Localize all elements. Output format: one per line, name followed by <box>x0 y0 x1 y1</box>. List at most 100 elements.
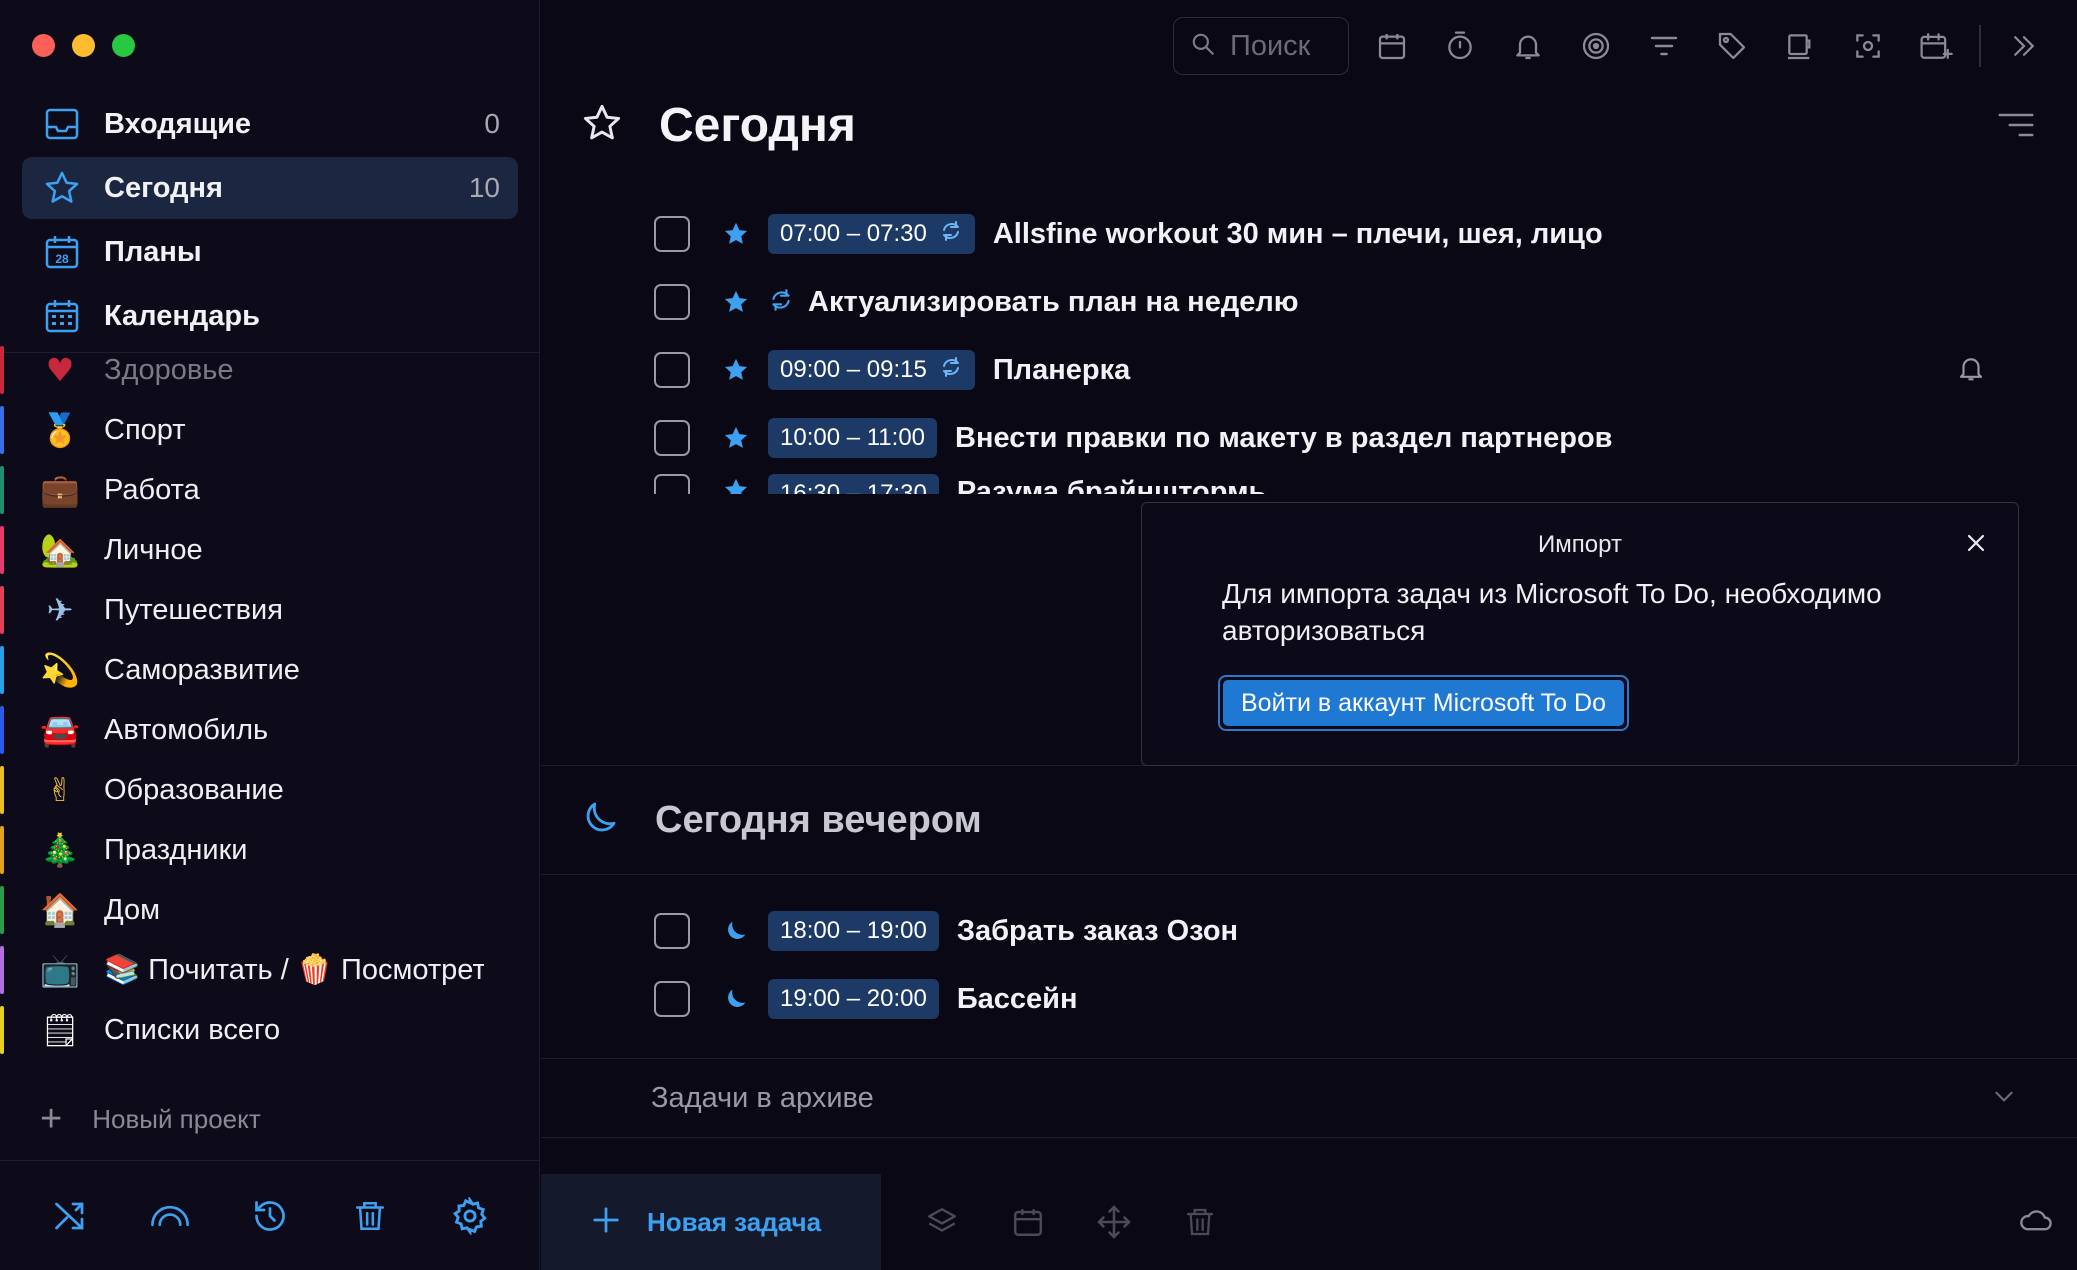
settings-icon[interactable] <box>448 1194 492 1238</box>
shuffle-icon[interactable] <box>48 1194 92 1238</box>
sidebar-footer <box>0 1160 540 1270</box>
bell-icon[interactable] <box>1503 21 1553 71</box>
dizzy-icon: 💫 <box>40 651 80 689</box>
time-badge[interactable]: 19:00 – 20:00 <box>768 979 939 1019</box>
close-icon[interactable] <box>1964 531 1988 555</box>
project-item[interactable]: 💼 Работа <box>0 460 540 520</box>
task-row[interactable]: 07:00 – 07:30 Allsfine workout 30 мин – … <box>654 200 2054 268</box>
chevron-down-icon[interactable] <box>1991 1083 2017 1114</box>
project-item[interactable]: 🏠 Дом <box>0 880 540 940</box>
project-item[interactable]: 🗒 Списки всего <box>0 1000 540 1060</box>
project-item[interactable]: ✌ Образование <box>0 760 540 820</box>
time-range: 19:00 – 20:00 <box>780 985 927 1012</box>
trash-icon[interactable] <box>348 1194 392 1238</box>
star-filled-icon[interactable] <box>722 424 752 452</box>
star-outline-icon[interactable] <box>581 102 623 149</box>
time-range: 16:30 – 17:30 <box>780 480 927 494</box>
main-pane: Поиск Сегодня 07:00 – 07:30 Allsfine wor… <box>541 0 2077 1270</box>
project-item[interactable]: 🏡 Личное <box>0 520 540 580</box>
task-checkbox[interactable] <box>654 216 690 252</box>
moon-filled-icon[interactable] <box>722 985 752 1013</box>
scan-icon[interactable] <box>1843 21 1893 71</box>
mug-icon[interactable] <box>1775 21 1825 71</box>
login-microsoft-todo-button[interactable]: Войти в аккаунт Microsoft To Do <box>1223 680 1624 726</box>
task-checkbox[interactable] <box>654 913 690 949</box>
time-badge[interactable]: 09:00 – 09:15 <box>768 350 975 390</box>
task-title: Внести правки по макету в раздел партнер… <box>955 421 1613 454</box>
time-badge[interactable]: 07:00 – 07:30 <box>768 214 975 254</box>
moon-filled-icon[interactable] <box>722 917 752 945</box>
project-label: Личное <box>104 533 203 566</box>
sidebar-item-label: Сегодня <box>104 171 223 204</box>
task-row[interactable]: 18:00 – 19:00 Забрать заказ Озон <box>654 897 2054 965</box>
task-row[interactable]: 09:00 – 09:15 Планерка <box>654 336 2054 404</box>
project-list: ♥ Здоровье 🏅 Спорт 💼 Работа 🏡 Личное ✈ Путеше… <box>0 340 540 1060</box>
focus-icon[interactable] <box>1571 21 1621 71</box>
archive-section[interactable]: Задачи в архиве <box>541 1058 2077 1138</box>
add-calendar-icon[interactable] <box>1911 21 1961 71</box>
task-checkbox[interactable] <box>654 284 690 320</box>
project-item[interactable]: ✈ Путешествия <box>0 580 540 640</box>
star-filled-icon[interactable] <box>722 476 752 494</box>
move-icon[interactable] <box>1093 1201 1135 1243</box>
trash-icon[interactable] <box>1179 1201 1221 1243</box>
cloud-sync-icon[interactable] <box>2017 1202 2055 1241</box>
time-badge[interactable]: 10:00 – 11:00 <box>768 418 938 458</box>
zoom-window-button[interactable] <box>112 34 135 57</box>
star-filled-icon[interactable] <box>722 288 752 316</box>
project-item[interactable]: 🚘 Автомобиль <box>0 700 540 760</box>
project-item[interactable]: ♥ Здоровье <box>0 340 540 400</box>
project-label: 📚 Почитать / 🍿 Посмотреть <box>104 954 484 986</box>
minimize-window-button[interactable] <box>72 34 95 57</box>
new-task-button[interactable]: Новая задача <box>541 1174 881 1270</box>
evening-task-list: 18:00 – 19:00 Забрать заказ Озон 19:00 –… <box>654 897 2054 1033</box>
timer-icon[interactable] <box>1435 21 1485 71</box>
history-icon[interactable] <box>248 1194 292 1238</box>
task-row[interactable]: 10:00 – 11:00 Внести правки по макету в … <box>654 404 2054 472</box>
rainbow-icon[interactable] <box>148 1194 192 1238</box>
sidebar-item-calendar[interactable]: Календарь <box>22 285 518 347</box>
close-window-button[interactable] <box>32 34 55 57</box>
task-row[interactable]: 19:00 – 20:00 Бассейн <box>654 965 2054 1033</box>
task-checkbox[interactable] <box>654 420 690 456</box>
sort-icon[interactable] <box>1997 110 2035 145</box>
search-input[interactable]: Поиск <box>1173 17 1349 75</box>
new-project-button[interactable]: + Новый проект <box>40 1100 261 1138</box>
task-row[interactable]: Актуализировать план на неделю <box>654 268 2054 336</box>
star-filled-icon[interactable] <box>722 220 752 248</box>
sidebar: Входящие 0 Сегодня 10 28 Планы Календарь… <box>0 0 540 1270</box>
layers-icon[interactable] <box>921 1201 963 1243</box>
star-filled-icon[interactable] <box>722 356 752 384</box>
task-row[interactable]: 16:30 – 17:30 Разума брайнштормь <box>654 472 2054 494</box>
task-checkbox[interactable] <box>654 981 690 1017</box>
notepad-icon: 🗒 <box>40 1011 81 1049</box>
sidebar-item-today[interactable]: Сегодня 10 <box>22 157 518 219</box>
sidebar-item-inbox[interactable]: Входящие 0 <box>22 93 518 155</box>
reminder-bell-icon[interactable] <box>1956 352 1986 389</box>
project-label: Спорт <box>104 413 186 446</box>
task-checkbox[interactable] <box>654 352 690 388</box>
sidebar-item-plans[interactable]: 28 Планы <box>22 221 518 283</box>
window-controls <box>32 34 135 57</box>
project-item[interactable]: 📺 📚 Почитать / 🍿 Посмотреть <box>0 940 540 1000</box>
filter-icon[interactable] <box>1639 21 1689 71</box>
time-badge[interactable]: 16:30 – 17:30 <box>768 474 939 494</box>
briefcase-icon: 💼 <box>40 471 80 509</box>
project-item[interactable]: 🏅 Спорт <box>0 400 540 460</box>
task-checkbox[interactable] <box>654 474 690 494</box>
sidebar-item-label: Календарь <box>104 299 260 332</box>
sidebar-item-label: Входящие <box>104 107 252 140</box>
calendar-icon[interactable] <box>1007 1201 1049 1243</box>
project-item[interactable]: 💫 Саморазвитие <box>0 640 540 700</box>
project-label: Здоровье <box>104 353 234 386</box>
collapse-icon[interactable] <box>1999 21 2049 71</box>
project-item[interactable]: 🎄 Праздники <box>0 820 540 880</box>
time-badge[interactable]: 18:00 – 19:00 <box>768 911 939 951</box>
calendar-icon[interactable] <box>1367 21 1417 71</box>
tag-icon[interactable] <box>1707 21 1757 71</box>
sidebar-nav: Входящие 0 Сегодня 10 28 Планы Календарь <box>22 93 518 349</box>
repeat-icon <box>939 219 963 250</box>
project-color-bar <box>0 766 4 814</box>
evening-section-header[interactable]: Сегодня вечером <box>541 765 2077 875</box>
project-color-bar <box>0 706 4 754</box>
